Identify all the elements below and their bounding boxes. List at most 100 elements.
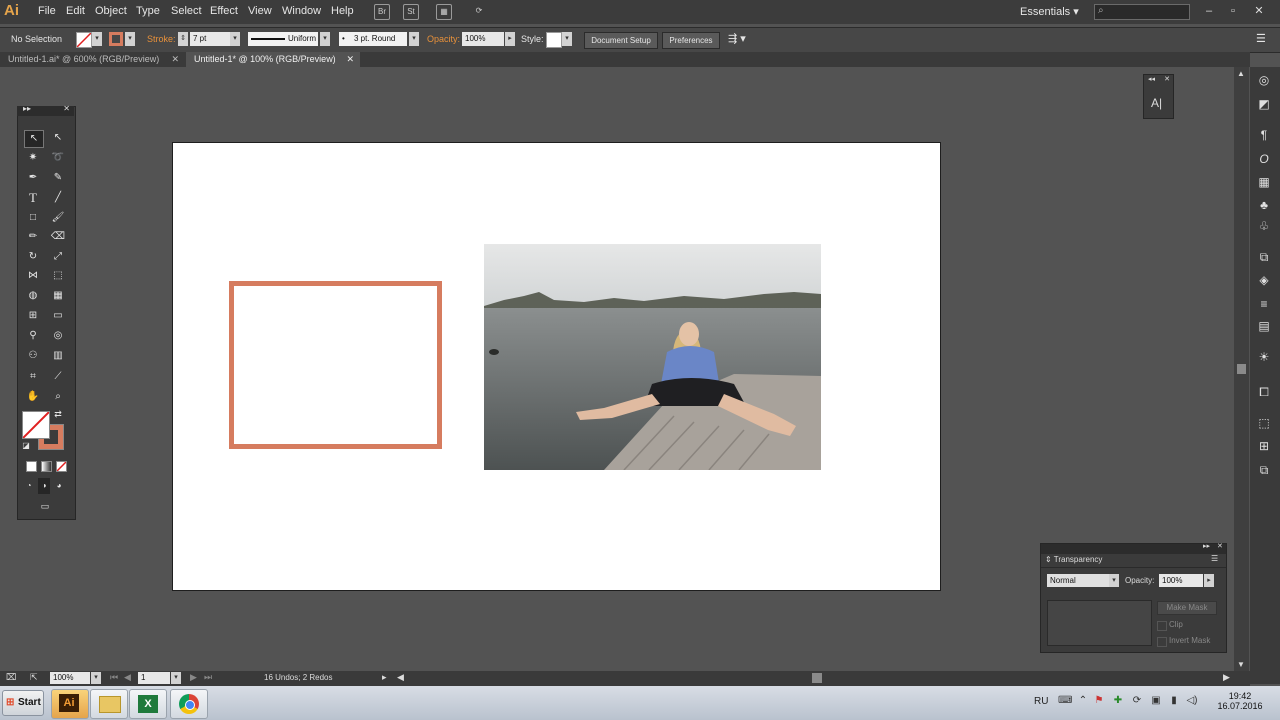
pathfinder-icon[interactable]: ⧉ — [1257, 463, 1271, 477]
horizontal-scroll-thumb[interactable] — [812, 673, 822, 683]
arrange-documents-icon[interactable]: ▦ — [436, 4, 452, 20]
last-artboard-icon[interactable]: ⏭ — [204, 672, 212, 683]
brush-dropdown[interactable]: ▾ — [409, 32, 419, 46]
column-graph-tool-icon[interactable]: ▥ — [49, 348, 67, 364]
slice-tool-icon[interactable]: ⟋ — [49, 369, 67, 385]
character-panel-collapsed[interactable]: ◂◂ ✕ A| — [1143, 74, 1174, 119]
perspective-grid-tool-icon[interactable]: ▦ — [49, 288, 67, 304]
stroke-weight-field[interactable]: 7 pt — [190, 32, 230, 46]
mesh-tool-icon[interactable]: ⊞ — [24, 308, 42, 324]
symbol-sprayer-tool-icon[interactable]: ⚇ — [24, 348, 42, 364]
hand-tool-icon[interactable]: ✋ — [24, 389, 42, 405]
blend-mode-select[interactable]: Normal — [1047, 574, 1109, 587]
clip-checkbox[interactable] — [1157, 621, 1167, 631]
scroll-up-icon[interactable]: ▲ — [1237, 69, 1245, 78]
scroll-down-icon[interactable]: ▼ — [1237, 660, 1245, 669]
security-icon[interactable]: ✚ — [1112, 695, 1124, 707]
color-mode-icon[interactable] — [26, 461, 37, 472]
action-center-icon[interactable]: ⚑ — [1093, 695, 1105, 707]
keyboard-icon[interactable]: ⌨ — [1058, 695, 1072, 707]
close-panel-icon[interactable]: ✕ — [1217, 542, 1223, 550]
update-icon[interactable]: ⟳ — [1131, 695, 1143, 707]
show-hidden-icons[interactable]: ⌃ — [1077, 695, 1089, 707]
blend-tool-icon[interactable]: ◎ — [49, 328, 67, 344]
variable-width-profile[interactable]: Uniform — [248, 32, 318, 46]
scroll-right-icon[interactable]: ▶ — [1223, 672, 1230, 683]
paragraph-icon[interactable]: ¶ — [1257, 128, 1271, 142]
transparency-opacity-field[interactable]: 100% — [1159, 574, 1203, 587]
volume-icon[interactable]: ◁) — [1186, 695, 1198, 707]
menu-help[interactable]: Help — [331, 5, 354, 17]
device-icon[interactable]: ▣ — [1150, 695, 1162, 707]
start-button[interactable]: ⊞ Start — [2, 690, 44, 716]
arrange-icon[interactable]: ⇶ ▾ — [728, 32, 746, 45]
stroke-swatch[interactable] — [109, 32, 123, 46]
taskbar-chrome[interactable] — [170, 689, 208, 719]
preferences-button[interactable]: Preferences — [662, 32, 720, 49]
profile-dropdown[interactable]: ▾ — [320, 32, 330, 46]
line-tool-icon[interactable]: ╱ — [49, 190, 67, 206]
restore-icon[interactable]: ▫ — [1226, 4, 1240, 18]
stroke-label[interactable]: Stroke: — [147, 34, 176, 44]
draw-inside-icon[interactable]: ◕ — [53, 478, 65, 494]
fill-swatch[interactable] — [76, 32, 92, 48]
status-menu-icon[interactable]: ▸ — [382, 672, 387, 683]
curvature-tool-icon[interactable]: ✎ — [49, 170, 67, 186]
panel-menu-icon[interactable]: ☰ — [1256, 32, 1266, 45]
rotate-tool-icon[interactable]: ↻ — [24, 249, 42, 265]
taskbar-explorer[interactable] — [90, 689, 128, 719]
gpu-performance-icon[interactable]: ⟳ — [472, 4, 486, 18]
placed-photo[interactable] — [484, 244, 821, 470]
character-panel-icon[interactable]: A| — [1151, 96, 1162, 110]
menu-window[interactable]: Window — [282, 5, 321, 17]
default-colors-icon[interactable]: ◪ — [20, 440, 32, 452]
collapse-icon[interactable]: ▸▸ — [1203, 542, 1210, 550]
workspace-switcher[interactable]: Essentials ▾ — [1020, 5, 1079, 18]
fill-color-box[interactable] — [22, 411, 50, 439]
taskbar-illustrator[interactable]: Ai — [51, 689, 89, 719]
menu-select[interactable]: Select — [171, 5, 202, 17]
menu-view[interactable]: View — [248, 5, 272, 17]
brushes-icon[interactable]: ♣ — [1257, 198, 1271, 212]
make-mask-button[interactable]: Make Mask — [1157, 601, 1217, 615]
style-dropdown[interactable]: ▾ — [562, 32, 572, 46]
swap-fill-stroke-icon[interactable]: ⇄ — [52, 408, 64, 420]
vertical-scroll-thumb[interactable] — [1237, 364, 1246, 374]
align-icon[interactable]: ⊞ — [1257, 439, 1271, 453]
stroke-weight-dropdown[interactable]: ▾ — [230, 32, 240, 46]
panel-menu-icon[interactable]: ☰ — [1211, 554, 1218, 563]
lasso-tool-icon[interactable]: ➰ — [49, 150, 67, 166]
gpu-icon[interactable]: ⌧ — [6, 672, 16, 683]
paintbrush-tool-icon[interactable]: 🖌 — [49, 210, 67, 226]
zoom-field[interactable]: 100% — [50, 672, 90, 684]
close-panel-icon[interactable]: ✕ — [1164, 75, 1170, 83]
menu-object[interactable]: Object — [95, 5, 127, 17]
transparency-opacity-slider-button[interactable]: ▸ — [1204, 574, 1214, 587]
graphic-style-swatch[interactable] — [546, 32, 562, 48]
pencil-tool-icon[interactable]: ✏ — [24, 229, 42, 245]
opacity-field[interactable]: 100% — [462, 32, 504, 46]
gradient-mode-icon[interactable] — [41, 461, 52, 472]
language-indicator[interactable]: RU — [1034, 696, 1048, 707]
tools-panel-header[interactable]: ▸▸ ✕ — [17, 104, 74, 116]
close-tab-icon[interactable]: ✕ — [346, 52, 354, 67]
stock-icon[interactable]: St — [403, 4, 419, 20]
blend-mode-dropdown[interactable]: ▾ — [1109, 574, 1119, 587]
graphic-styles-icon[interactable]: ⧠ — [1257, 385, 1271, 399]
type-tool-icon[interactable]: T — [24, 190, 42, 206]
expand-icon[interactable]: ◂◂ — [1148, 75, 1155, 83]
appearance-icon[interactable]: ☀ — [1257, 350, 1271, 364]
invert-mask-checkbox[interactable] — [1157, 637, 1167, 647]
screen-mode-icon[interactable]: ▭ — [34, 498, 56, 514]
transparency-panel-header[interactable]: ▸▸ ✕ — [1041, 542, 1226, 554]
taskbar-excel[interactable]: X — [129, 689, 167, 719]
stroked-rectangle[interactable] — [229, 281, 442, 449]
opacity-label[interactable]: Opacity: — [427, 34, 460, 44]
stroke-color-dropdown[interactable]: ▾ — [125, 32, 135, 46]
clock[interactable]: 19:42 16.07.2016 — [1216, 691, 1264, 711]
first-artboard-icon[interactable]: ⏮ — [110, 672, 118, 683]
eyedropper-tool-icon[interactable]: ⚲ — [24, 328, 42, 344]
menu-type[interactable]: Type — [136, 5, 160, 17]
artboard-tool-icon[interactable]: ⌗ — [24, 369, 42, 385]
scale-tool-icon[interactable]: ⤢ — [49, 249, 67, 265]
